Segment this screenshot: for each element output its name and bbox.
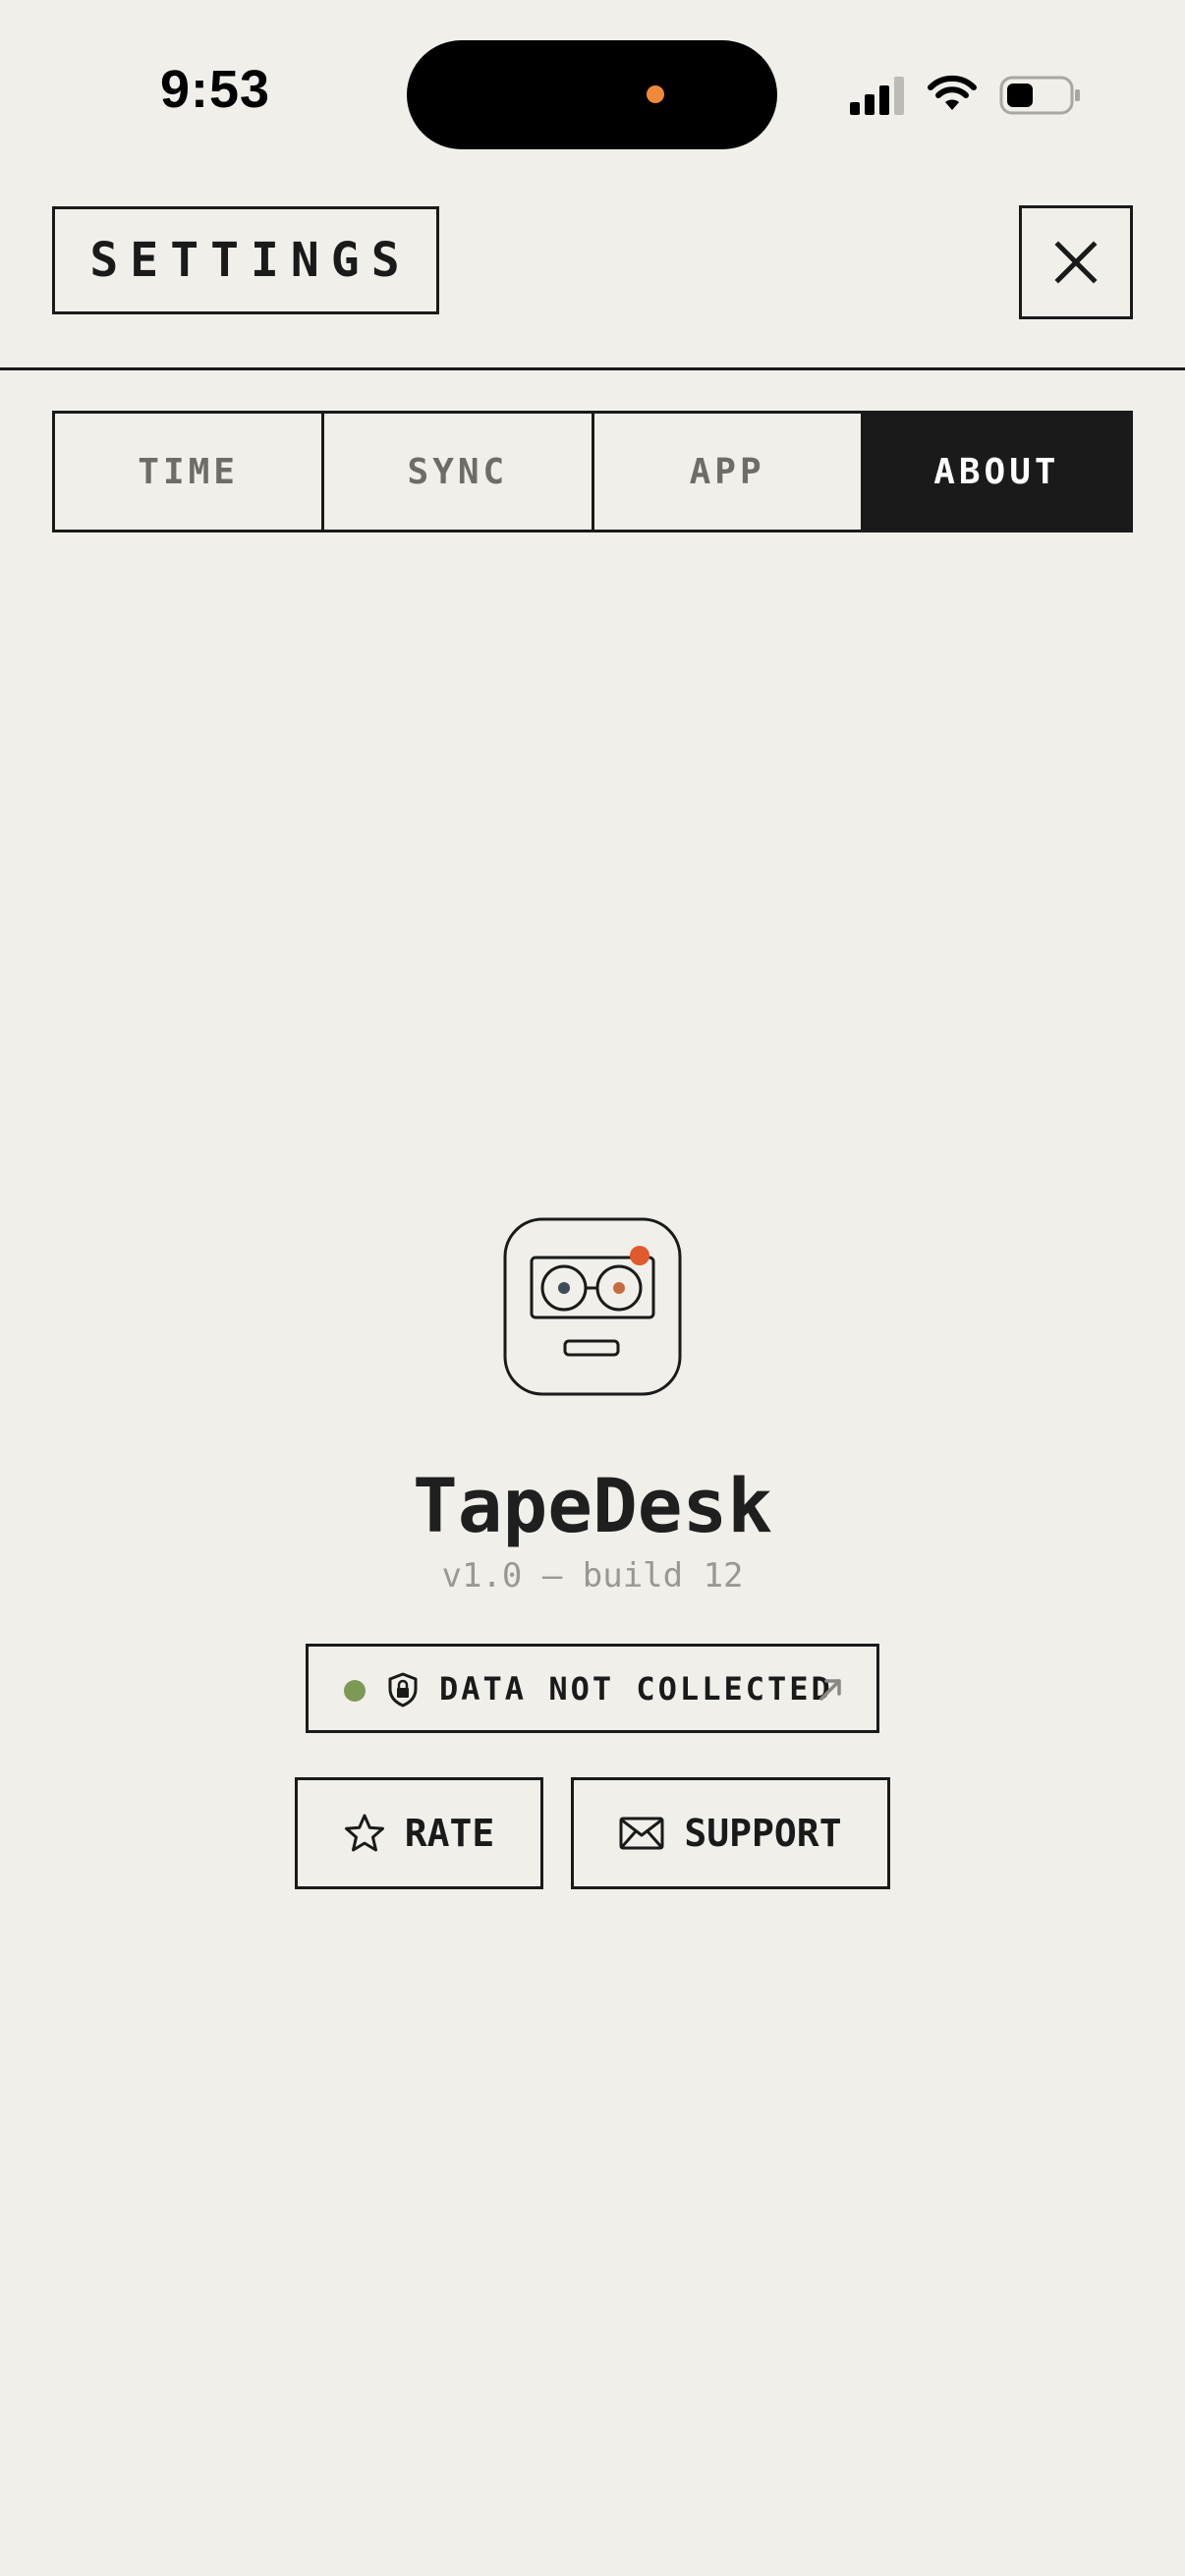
privacy-status-dot xyxy=(344,1680,366,1702)
app-version: v1.0 — build 12 xyxy=(441,1556,744,1596)
page-title: SETTINGS xyxy=(52,206,439,314)
close-button[interactable] xyxy=(1019,205,1133,319)
tab-about[interactable]: ABOUT xyxy=(863,414,1130,530)
rate-label: RATE xyxy=(404,1812,495,1855)
status-icons xyxy=(845,71,1081,120)
status-time: 9:53 xyxy=(160,60,271,119)
robot-glasses-icon xyxy=(503,1217,682,1396)
settings-tabs: TIME SYNC APP ABOUT xyxy=(52,411,1133,532)
close-icon xyxy=(1054,241,1098,284)
privacy-label: DATA NOT COLLECTED xyxy=(439,1670,833,1708)
external-arrow-icon xyxy=(819,1679,841,1701)
mail-icon xyxy=(619,1817,664,1850)
tab-time[interactable]: TIME xyxy=(55,414,325,530)
support-label: SUPPORT xyxy=(684,1812,842,1855)
shield-lock-icon xyxy=(388,1672,418,1708)
tab-app[interactable]: APP xyxy=(594,414,864,530)
dynamic-island xyxy=(407,40,777,149)
camera-indicator-dot xyxy=(647,85,664,103)
app-name: TapeDesk xyxy=(412,1462,773,1549)
support-button[interactable]: SUPPORT xyxy=(571,1777,890,1889)
star-icon xyxy=(344,1814,384,1852)
privacy-badge[interactable]: DATA NOT COLLECTED xyxy=(306,1644,879,1733)
battery-icon xyxy=(999,76,1080,115)
tab-sync[interactable]: SYNC xyxy=(324,414,594,530)
wifi-icon xyxy=(928,75,977,110)
header-divider xyxy=(0,367,1185,370)
signal-icon xyxy=(850,77,904,115)
rate-button[interactable]: RATE xyxy=(295,1777,543,1889)
